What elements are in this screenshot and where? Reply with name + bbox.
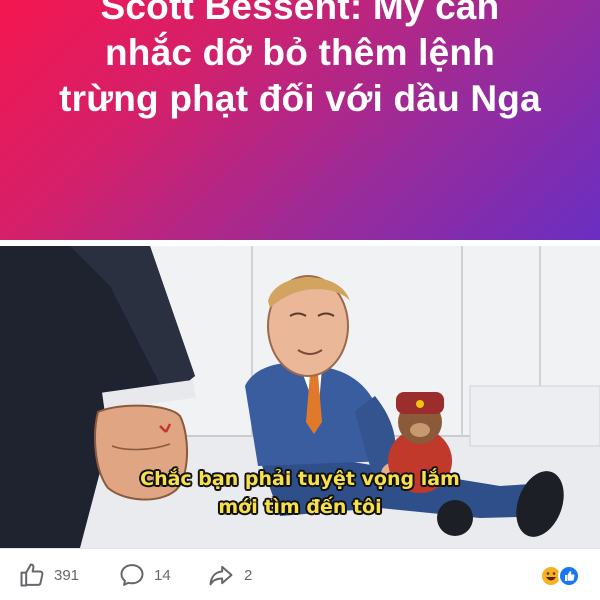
reaction-summary[interactable] [536, 565, 586, 587]
share-button[interactable]: 2 [206, 549, 252, 600]
share-arrow-icon [209, 565, 233, 586]
like-reaction-icon [558, 565, 580, 587]
subtitle-line-2: mới tìm đến tôi [218, 496, 382, 518]
headline: Scott Bessent: Mỹ cân nhắc dỡ bỏ thêm lệ… [0, 0, 600, 122]
action-bar: 391 14 2 [0, 548, 600, 600]
thumbs-up-icon [20, 563, 44, 587]
comment-button[interactable]: 14 [118, 549, 171, 600]
headline-line-1: Scott Bessent: Mỹ cân [100, 0, 500, 27]
subtitle-line-1: Chắc bạn phải tuyệt vọng lắm [140, 468, 460, 490]
headline-line-2: nhắc dỡ bỏ thêm lệnh [104, 32, 496, 73]
headline-line-3: trừng phạt đối với dầu Nga [59, 78, 541, 119]
like-count: 391 [54, 566, 80, 584]
post-card: Scott Bessent: Mỹ cân nhắc dỡ bỏ thêm lệ… [0, 0, 600, 600]
post-illustration[interactable]: Chắc bạn phải tuyệt vọng lắm mới tìm đến… [0, 246, 600, 548]
like-button[interactable]: 391 [18, 549, 79, 600]
comment-bubble-icon [120, 564, 144, 586]
comment-count: 14 [154, 566, 171, 584]
headline-banner: Scott Bessent: Mỹ cân nhắc dỡ bỏ thêm lệ… [0, 0, 600, 240]
share-count: 2 [244, 566, 253, 584]
